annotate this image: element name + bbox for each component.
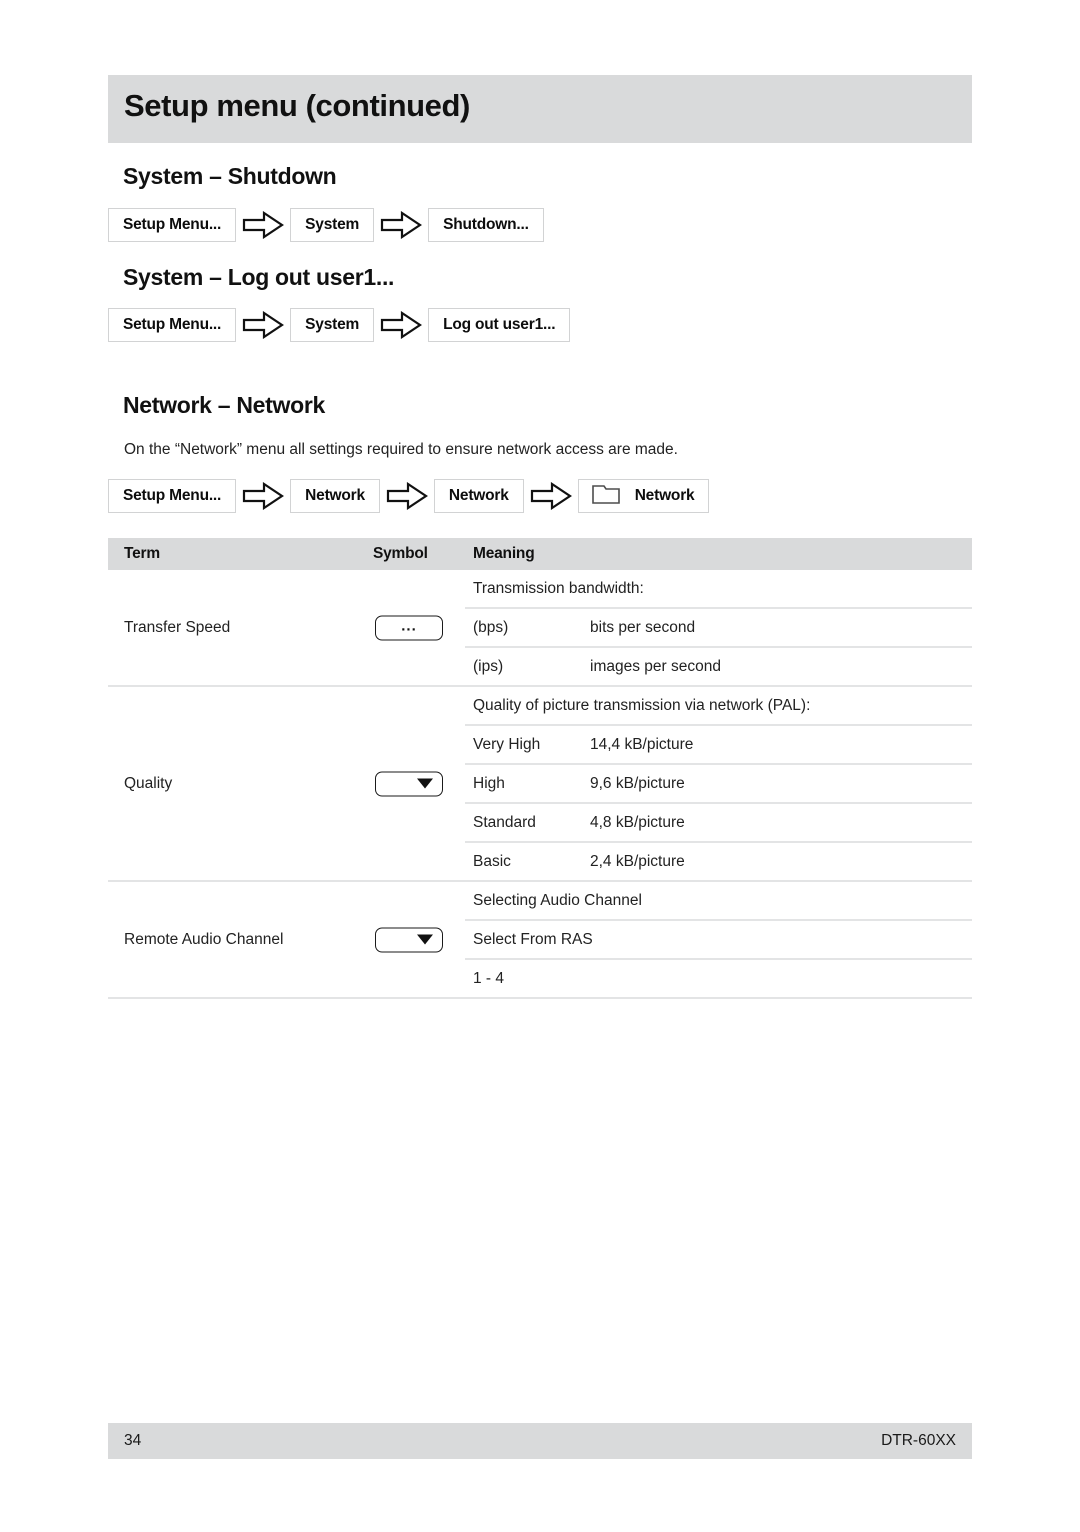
meaning-item-row: Standard 4,8 kB/picture xyxy=(465,802,972,841)
meaning-item-row: 1 - 4 xyxy=(465,958,972,997)
arrow-right-icon xyxy=(236,482,290,510)
document-page: Setup menu (continued) System – Shutdown… xyxy=(108,0,972,1532)
table-row: Quality Quality of picture transmission … xyxy=(108,687,972,882)
meaning-item-label: Select From RAS xyxy=(473,930,593,948)
column-header-symbol: Symbol xyxy=(373,545,428,562)
row-meaning: Selecting Audio Channel Select From RAS … xyxy=(465,882,972,997)
breadcrumb-item-log-out-user1[interactable]: Log out user1... xyxy=(428,308,571,342)
column-header-term: Term xyxy=(124,545,160,562)
breadcrumb-label: Network xyxy=(448,487,509,504)
table-header-row: Term Symbol Meaning xyxy=(108,538,972,570)
breadcrumb-label: System xyxy=(305,216,360,233)
breadcrumb-label: Setup Menu... xyxy=(123,216,222,233)
breadcrumb-item-network-tab[interactable]: Network xyxy=(577,479,710,513)
meaning-item-value: bits per second xyxy=(590,618,696,636)
section-heading-network-network: Network – Network xyxy=(123,392,325,418)
breadcrumb-item-network-submenu[interactable]: Network xyxy=(433,479,524,513)
breadcrumb-label: Shutdown... xyxy=(443,216,529,233)
arrow-right-icon xyxy=(374,311,428,339)
meaning-title-row: Quality of picture transmission via netw… xyxy=(465,687,972,724)
breadcrumb-label: Setup Menu... xyxy=(123,487,222,504)
breadcrumb-network-network: Setup Menu... Network Network Network xyxy=(108,479,710,513)
row-meaning: Transmission bandwidth: (bps) bits per s… xyxy=(465,570,972,685)
chevron-down-icon xyxy=(417,778,433,789)
breadcrumb-item-system[interactable]: System xyxy=(290,208,375,242)
meaning-item-value: images per second xyxy=(590,657,721,675)
meaning-item-value: 14,4 kB/picture xyxy=(590,735,694,753)
breadcrumb-item-setup-menu[interactable]: Setup Menu... xyxy=(108,208,237,242)
meaning-item-value: 9,6 kB/picture xyxy=(590,774,685,792)
breadcrumb-label: Network xyxy=(634,487,695,504)
breadcrumb-label: Network xyxy=(305,487,365,504)
breadcrumb-label: Log out user1... xyxy=(443,316,556,333)
breadcrumb-item-network-menu[interactable]: Network xyxy=(290,479,380,513)
breadcrumb-system-logout: Setup Menu... System Log out user1... xyxy=(108,308,571,342)
breadcrumb-item-system[interactable]: System xyxy=(290,308,375,342)
meaning-item-label: Standard xyxy=(473,813,536,831)
breadcrumb-item-setup-menu[interactable]: Setup Menu... xyxy=(108,479,237,513)
breadcrumb-item-shutdown[interactable]: Shutdown... xyxy=(428,208,544,242)
row-term: Remote Audio Channel xyxy=(124,930,284,948)
meaning-item-label: Basic xyxy=(473,852,511,870)
arrow-right-icon xyxy=(236,311,290,339)
meaning-item-row: Very High 14,4 kB/picture xyxy=(465,724,972,763)
ellipsis-button-icon[interactable]: ... xyxy=(375,615,443,640)
arrow-right-icon xyxy=(380,482,434,510)
ellipsis-label: ... xyxy=(401,617,417,634)
footer-page-number: 34 xyxy=(124,1432,142,1449)
page-title: Setup menu (continued) xyxy=(124,88,470,123)
network-settings-table: Term Symbol Meaning Transfer Speed ... T… xyxy=(108,538,972,999)
meaning-title: Quality of picture transmission via netw… xyxy=(473,696,811,714)
footer-model-name: DTR-60XX xyxy=(881,1432,956,1449)
meaning-title-row: Transmission bandwidth: xyxy=(465,570,972,607)
meaning-item-label: (bps) xyxy=(473,618,509,636)
dropdown-icon[interactable] xyxy=(375,771,443,796)
folder-tab-icon xyxy=(591,482,621,511)
breadcrumb-system-shutdown: Setup Menu... System Shutdown... xyxy=(108,208,544,242)
meaning-item-row: High 9,6 kB/picture xyxy=(465,763,972,802)
breadcrumb-item-setup-menu[interactable]: Setup Menu... xyxy=(108,308,237,342)
row-meaning: Quality of picture transmission via netw… xyxy=(465,687,972,880)
section-heading-system-logout: System – Log out user1... xyxy=(123,264,395,290)
meaning-item-row: Select From RAS xyxy=(465,919,972,958)
meaning-item-label: Very High xyxy=(473,735,541,753)
meaning-title: Selecting Audio Channel xyxy=(473,891,642,909)
meaning-item-row: Basic 2,4 kB/picture xyxy=(465,841,972,880)
row-symbol xyxy=(373,927,445,952)
breadcrumb-label: Setup Menu... xyxy=(123,316,222,333)
arrow-right-icon xyxy=(524,482,578,510)
row-term: Quality xyxy=(124,774,173,792)
network-intro-text: On the “Network” menu all settings requi… xyxy=(124,441,678,458)
meaning-item-value: 4,8 kB/picture xyxy=(590,813,685,831)
table-row: Transfer Speed ... Transmission bandwidt… xyxy=(108,570,972,687)
meaning-item-label: High xyxy=(473,774,505,792)
column-header-meaning: Meaning xyxy=(473,545,535,562)
meaning-item-row: (ips) images per second xyxy=(465,646,972,685)
meaning-item-row: (bps) bits per second xyxy=(465,607,972,646)
page-footer: 34 DTR-60XX xyxy=(108,1423,972,1459)
meaning-title-row: Selecting Audio Channel xyxy=(465,882,972,919)
section-heading-system-shutdown: System – Shutdown xyxy=(123,163,337,189)
row-symbol: ... xyxy=(373,615,445,640)
row-term: Transfer Speed xyxy=(124,618,231,636)
dropdown-icon[interactable] xyxy=(375,927,443,952)
meaning-item-label: 1 - 4 xyxy=(473,969,505,987)
meaning-title: Transmission bandwidth: xyxy=(473,579,644,597)
arrow-right-icon xyxy=(236,211,290,239)
breadcrumb-label: System xyxy=(305,316,360,333)
row-symbol xyxy=(373,771,445,796)
meaning-item-value: 2,4 kB/picture xyxy=(590,852,685,870)
chevron-down-icon xyxy=(417,934,433,945)
table-row: Remote Audio Channel Selecting Audio Cha… xyxy=(108,882,972,999)
arrow-right-icon xyxy=(374,211,428,239)
meaning-item-label: (ips) xyxy=(473,657,504,675)
page-title-banner: Setup menu (continued) xyxy=(108,75,972,143)
